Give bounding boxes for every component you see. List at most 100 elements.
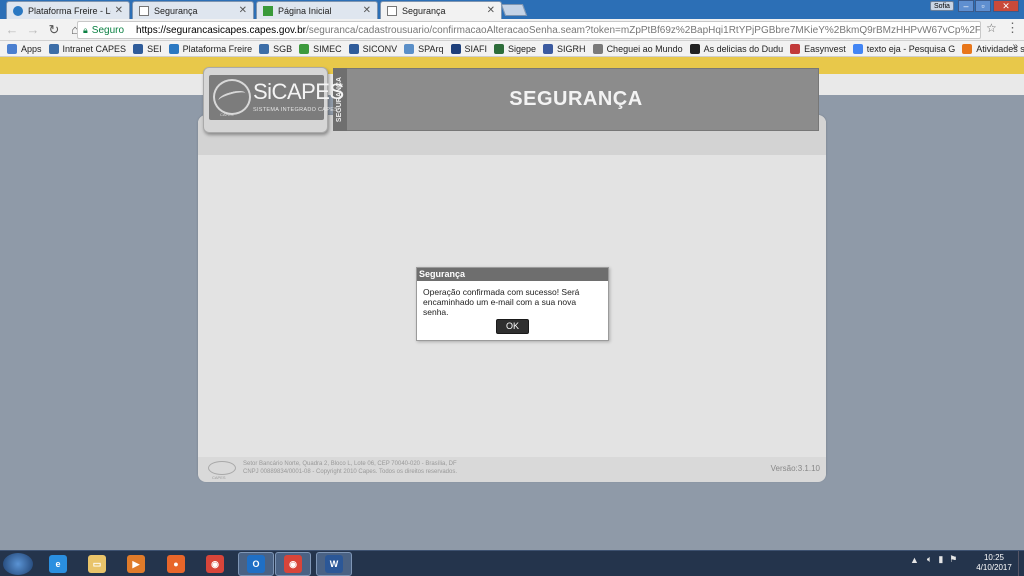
bookmark-item[interactable]: SEI	[133, 43, 162, 54]
browser-tab-strip: Plataforma Freire - Login ✕ Segurança ✕ …	[0, 0, 1024, 19]
capes-icon	[48, 43, 59, 54]
sei-icon	[133, 43, 144, 54]
volume-icon[interactable]: 🔈︎	[927, 554, 932, 565]
apps-grid-icon	[7, 43, 17, 54]
bookmark-item[interactable]: SIGRH	[543, 43, 586, 54]
lock-icon: 🔒︎	[83, 24, 88, 35]
bookmark-label: SIMEC	[313, 43, 342, 54]
close-icon[interactable]: ✕	[363, 5, 371, 16]
close-icon[interactable]: ✕	[239, 5, 247, 16]
url-path: /seguranca/cadastrousuario/confirmacaoAl…	[305, 24, 981, 36]
taskbar-app[interactable]: W	[316, 552, 352, 576]
taskbar-app[interactable]: ◉	[275, 552, 311, 576]
logo-small-text: CAPES	[220, 112, 234, 117]
new-tab-button[interactable]	[500, 4, 528, 16]
close-window-button[interactable]: ✕	[993, 0, 1019, 12]
reload-icon[interactable]: ↻	[45, 21, 63, 39]
capes-footer-logo-icon	[208, 461, 236, 475]
bookmark-item[interactable]: Intranet CAPES	[48, 43, 127, 54]
page-viewport: SEGURANÇA SEGURANÇA SiCAPES SISTEMA INTE…	[0, 57, 1024, 550]
freire-icon	[13, 5, 23, 16]
show-hidden-icons-icon[interactable]: ▲	[910, 555, 919, 565]
bookmark-label: Intranet CAPES	[62, 43, 127, 54]
profile-button[interactable]: Sofia	[930, 1, 954, 11]
bookmark-label: texto eja - Pesquisa G	[866, 43, 956, 54]
tab-seguranca-active[interactable]: Segurança ✕	[380, 1, 502, 19]
tab-seguranca-1[interactable]: Segurança ✕	[132, 1, 254, 19]
network-icon[interactable]: ▮	[938, 554, 943, 565]
bookmark-item[interactable]: SIAFI	[450, 43, 488, 54]
bookmarks-bar: Apps Intranet CAPES SEI Plataforma Freire SG…	[0, 41, 1024, 57]
back-icon[interactable]: ←	[3, 21, 21, 39]
maximize-button[interactable]: ▫	[975, 0, 991, 12]
dialog-title: Segurança	[417, 268, 608, 281]
bookmark-label: SICONV	[362, 43, 398, 54]
bookmark-item[interactable]: Plataforma Freire	[168, 43, 252, 54]
taskbar-app[interactable]: e	[40, 552, 76, 576]
tab-pagina-inicial[interactable]: Página Inicial ✕	[256, 1, 378, 19]
tab-title: Página Inicial	[278, 5, 332, 16]
bookmark-item[interactable]: texto eja - Pesquisa G	[852, 43, 956, 54]
close-icon[interactable]: ✕	[115, 5, 123, 16]
dialog-message: Operação confirmada com sucesso! Será en…	[423, 287, 580, 317]
sparq-icon	[404, 43, 415, 54]
bookmark-label: SGB	[273, 43, 293, 54]
taskbar-app[interactable]: O	[238, 552, 274, 576]
bookmark-item[interactable]: SGB	[259, 43, 293, 54]
taskbar-app[interactable]: ▶	[118, 552, 154, 576]
siafi-icon	[450, 43, 461, 54]
bookmark-item[interactable]: SPArq	[404, 43, 444, 54]
taskbar-app[interactable]: ●	[158, 552, 194, 576]
bookmark-item[interactable]: Easynvest	[790, 43, 846, 54]
footer-address-line: Setor Bancário Norte, Quadra 2, Bloco L,…	[243, 461, 457, 467]
page-icon	[139, 5, 149, 16]
sigrh-icon	[543, 43, 554, 54]
tab-title: Plataforma Freire - Login	[28, 5, 111, 16]
bookmark-star-icon[interactable]: ☆	[986, 21, 997, 35]
bookmark-item[interactable]: Cheguei ao Mundo	[592, 43, 683, 54]
minimize-button[interactable]: –	[958, 0, 974, 12]
tab-plataforma-freire[interactable]: Plataforma Freire - Login ✕	[6, 1, 130, 19]
menu-icon[interactable]: ⋮	[1006, 20, 1019, 36]
google-icon	[852, 43, 863, 54]
bookmark-label: Cheguei ao Mundo	[606, 43, 683, 54]
tab-title: Segurança	[402, 5, 446, 16]
bookmark-label: SIAFI	[464, 43, 488, 54]
ok-button[interactable]: OK	[496, 319, 529, 334]
close-icon[interactable]: ✕	[487, 5, 495, 16]
bookmark-item[interactable]: As delicias do Dudu	[689, 43, 784, 54]
bookmark-label: As delicias do Dudu	[703, 43, 784, 54]
bookmark-item[interactable]: SICONV	[348, 43, 398, 54]
taskbar-app[interactable]: ▭	[79, 552, 115, 576]
forward-icon[interactable]: →	[24, 21, 42, 39]
address-bar[interactable]: 🔒︎ Seguro https://segurancasicapes.capes…	[77, 21, 981, 39]
url-host: https://segurancasicapes.capes.gov.br	[136, 24, 306, 36]
flag-icon[interactable]: ⚑	[949, 554, 957, 565]
sicapes-logo[interactable]: SiCAPES SISTEMA INTEGRADO CAPES CAPES	[203, 67, 344, 133]
bookmark-label: SEI	[147, 43, 162, 54]
bookmark-label: SPArq	[418, 43, 444, 54]
bookmark-item[interactable]: Sigepe	[494, 43, 537, 54]
page-icon	[387, 5, 397, 16]
logo-name: SiCAPES	[253, 79, 344, 104]
chrome-icon: ◉	[206, 555, 224, 573]
bookmark-label: Sigepe	[508, 43, 537, 54]
freire-icon	[168, 43, 179, 54]
windows-taskbar: e ▭ ▶ ● ◉ O ◉ W ▲ 🔈︎ ▮ ⚑ 10:25 4/10/2017	[0, 550, 1024, 576]
orbit-logo-icon	[213, 79, 251, 115]
taskbar-app[interactable]: ◉	[197, 552, 233, 576]
browser-toolbar: ← → ↻ ⌂ 🔒︎ Seguro https://segurancasicap…	[0, 19, 1024, 41]
drop-icon	[592, 43, 603, 54]
page-footer: CAPES Setor Bancário Norte, Quadra 2, Bl…	[198, 457, 826, 482]
page-title: SEGURANÇA	[509, 88, 643, 110]
footer-address: Setor Bancário Norte, Quadra 2, Bloco L,…	[243, 460, 457, 476]
bookmark-item[interactable]: SIMEC	[299, 43, 342, 54]
start-button[interactable]	[3, 553, 33, 575]
outlook-icon: O	[247, 555, 265, 573]
more-bookmarks-icon[interactable]: »	[1012, 41, 1018, 52]
bookmark-item[interactable]: Apps	[7, 43, 42, 54]
show-desktop-button[interactable]	[1018, 551, 1024, 576]
version-label: Versão:3.1.10	[770, 464, 820, 473]
clock[interactable]: 10:25 4/10/2017	[972, 553, 1016, 573]
logo-plate: SiCAPES SISTEMA INTEGRADO CAPES CAPES	[209, 75, 344, 120]
